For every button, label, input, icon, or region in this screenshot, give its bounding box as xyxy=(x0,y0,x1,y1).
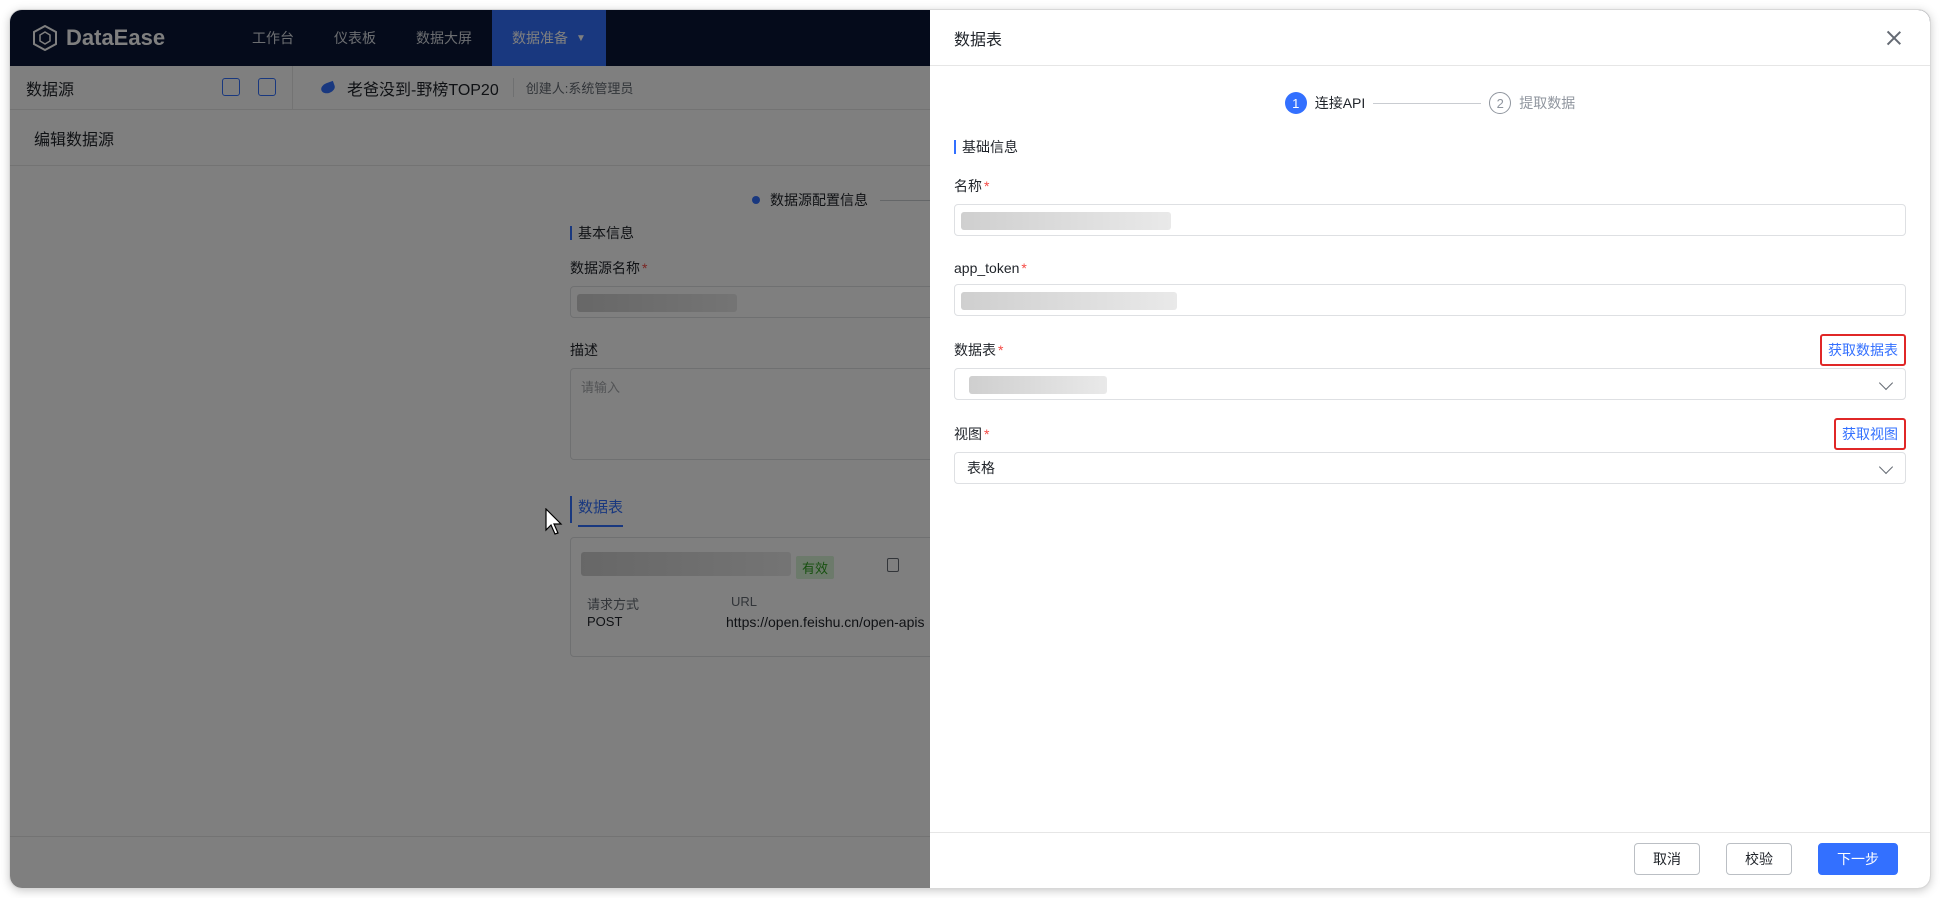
step-connect-api: 1 连接API xyxy=(1284,92,1366,114)
api-form: 基础信息 名称 * app_token * 数据表 * 获取数据表 视图 * 获取视图 xyxy=(954,140,1906,508)
step-label: 连接API xyxy=(1314,95,1366,111)
required-mark: * xyxy=(984,426,990,442)
token-label-text: app_token xyxy=(954,260,1020,276)
name-label-text: 名称 xyxy=(954,178,982,194)
next-step-button[interactable]: 下一步 xyxy=(1818,843,1898,875)
required-mark: * xyxy=(1021,260,1027,276)
table-label-text: 数据表 xyxy=(954,342,996,358)
step-number: 1 xyxy=(1284,92,1307,114)
drawer-footer: 取消 校验 下一步 xyxy=(930,832,1930,888)
step-label: 提取数据 xyxy=(1519,95,1576,111)
table-label: 数据表 * xyxy=(954,340,1906,360)
close-icon[interactable] xyxy=(1884,28,1904,48)
app-token-input[interactable] xyxy=(954,284,1906,316)
table-select[interactable] xyxy=(954,368,1906,400)
redacted-value xyxy=(969,376,1107,394)
chevron-down-icon xyxy=(1878,375,1894,391)
mouse-cursor-icon xyxy=(545,508,563,535)
chevron-down-icon xyxy=(1878,459,1894,475)
drawer-header: 数据表 xyxy=(930,10,1930,66)
basic-info-title: 基础信息 xyxy=(954,140,1906,154)
redacted-value xyxy=(961,212,1171,230)
fetch-views-button[interactable]: 获取视图 xyxy=(1834,418,1906,450)
drawer-title: 数据表 xyxy=(954,31,1003,49)
step-connector xyxy=(1373,102,1482,104)
data-table-drawer: 数据表 1 连接API 2 提取数据 基础信息 名称* app_token* xyxy=(930,10,1930,888)
name-row: 名称 * xyxy=(954,176,1906,236)
view-select[interactable]: 表格 xyxy=(954,452,1906,484)
validate-button[interactable]: 校验 xyxy=(1726,843,1792,875)
cancel-button[interactable]: 取消 xyxy=(1634,843,1700,875)
view-label: 视图 * xyxy=(954,424,1906,444)
required-mark: * xyxy=(984,178,990,194)
token-label: app_token * xyxy=(954,260,1906,276)
step-extract-data: 2 提取数据 xyxy=(1489,92,1575,114)
window-frame: DataEase 工作台 仪表板 数据大屏 数据准备 ▼ 数据源 老爸没到-野榜… xyxy=(10,10,1930,888)
view-label-text: 视图 xyxy=(954,426,982,442)
view-row: 视图 * 获取视图 表格 xyxy=(954,418,1906,484)
name-input[interactable] xyxy=(954,204,1906,236)
name-label: 名称 * xyxy=(954,176,1906,196)
required-mark: * xyxy=(998,342,1004,358)
redacted-value xyxy=(961,292,1177,310)
table-row: 数据表 * 获取数据表 xyxy=(954,334,1906,400)
drawer-steps: 1 连接API 2 提取数据 xyxy=(930,92,1930,114)
step-number: 2 xyxy=(1489,92,1512,114)
token-row: app_token * xyxy=(954,260,1906,316)
fetch-tables-button[interactable]: 获取数据表 xyxy=(1820,334,1906,366)
view-select-value: 表格 xyxy=(967,460,995,476)
